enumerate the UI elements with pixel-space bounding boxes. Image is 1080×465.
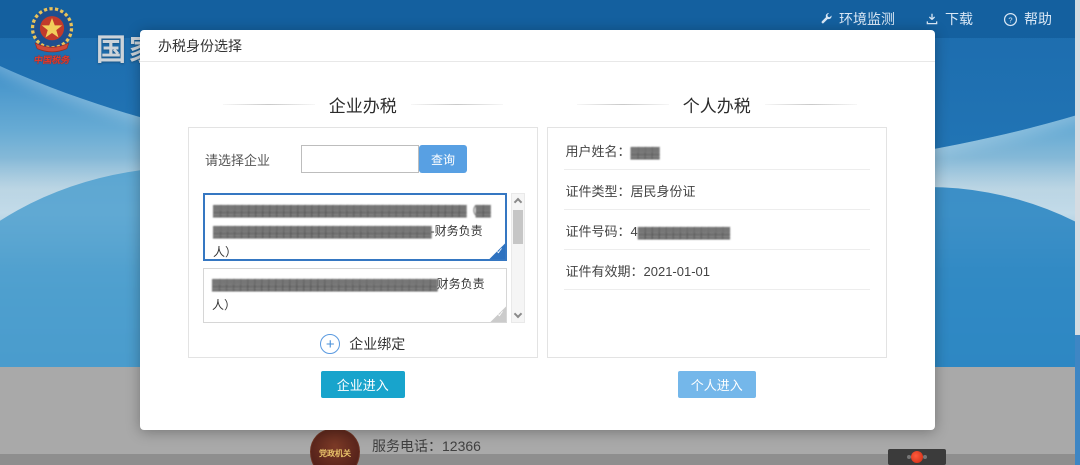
personal-heading-label: 个人办税 [683,92,751,117]
company-option-selected[interactable]: ▓▓▓▓▓▓▓▓▓▓▓▓▓▓▓▓▓▓▓▓▓▓▓▓▓▓▓▓▓▓▓▓▓▓▓▓（▓▓▓… [203,193,507,261]
page-scrollbar[interactable] [1075,0,1080,465]
id-number-masked: ▓▓▓▓▓▓▓▓▓▓▓▓▓ [638,227,729,239]
tax-emblem-logo: 中国税务 [24,5,80,67]
id-number-row: 证件号码：4▓▓▓▓▓▓▓▓▓▓▓▓▓ [564,210,871,250]
select-company-label: 请选择企业 [205,150,301,169]
personal-enter-button[interactable]: 个人进入 [678,371,756,398]
user-name-masked: ▓▓▓▓ [631,147,659,159]
id-number-label: 证件号码： [566,224,631,239]
company-option[interactable]: ▓▓▓▓▓▓▓▓▓▓▓▓▓▓▓▓▓▓▓▓▓▓▓▓▓▓▓▓▓▓▓▓财务负责人） ✓ [203,268,507,323]
enterprise-panel: 请选择企业 查询 ▓▓▓▓▓▓▓▓▓▓▓▓▓▓▓▓▓▓▓▓▓▓▓▓▓▓▓▓▓▓▓… [188,127,538,358]
scroll-down-icon[interactable] [513,310,521,318]
id-type-label: 证件类型： [566,184,631,199]
id-validity-row: 证件有效期：2021-01-01 [564,250,871,290]
company-list-scrollbar[interactable] [511,193,525,323]
query-button[interactable]: 查询 [419,145,467,173]
heading-line [577,104,669,105]
modal-title: 办税身份选择 [140,30,935,62]
page-scrollbar-thumb[interactable] [1075,335,1080,465]
enterprise-heading-label: 企业办税 [329,92,397,117]
scroll-up-icon[interactable] [513,198,521,206]
selected-check-icon: ✓ [487,241,505,259]
id-type-value: 居民身份证 [631,184,696,199]
bind-company-action[interactable]: + 企业绑定 [189,334,537,354]
id-number-value: 4 [631,224,638,239]
unselected-check-icon: ✓ [488,304,506,322]
user-name-label: 用户姓名： [566,144,631,159]
company-list: ▓▓▓▓▓▓▓▓▓▓▓▓▓▓▓▓▓▓▓▓▓▓▓▓▓▓▓▓▓▓▓▓▓▓▓▓（▓▓▓… [203,193,525,323]
help-link[interactable]: ? 帮助 [1003,9,1052,29]
svg-text:?: ? [1008,15,1012,24]
company-search-input[interactable] [301,145,419,173]
heading-line [765,104,857,105]
enterprise-enter-button[interactable]: 企业进入 [321,371,405,398]
list-scrollbar-thumb[interactable] [513,210,523,244]
env-monitor-link[interactable]: 环境监测 [819,9,895,29]
modal-body: 企业办税 请选择企业 查询 ▓▓▓▓▓▓▓▓▓▓▓▓▓▓▓▓▓▓▓▓▓▓▓▓▓▓… [140,62,935,398]
security-badge-logo [911,451,923,463]
download-label: 下载 [945,9,973,29]
id-validity-value: 2021-01-01 [644,264,711,279]
id-type-row: 证件类型：居民身份证 [564,170,871,210]
plus-circle-icon: + [320,334,340,354]
user-name-row: 用户姓名：▓▓▓▓ [564,130,871,170]
download-link[interactable]: 下载 [925,9,973,29]
personal-panel: 用户姓名：▓▓▓▓ 证件类型：居民身份证 证件号码：4▓▓▓▓▓▓▓▓▓▓▓▓▓… [547,127,888,358]
logo-caption: 中国税务 [23,53,81,66]
enterprise-section-heading: 企业办税 [188,92,538,117]
heading-line [411,104,503,105]
id-validity-label: 证件有效期： [566,264,644,279]
service-phone: 服务电话：12366 [372,436,481,456]
security-badge-icon[interactable] [888,449,946,465]
personal-section-heading: 个人办税 [547,92,888,117]
gov-badge-label: 党政机关 [319,448,351,459]
company-select-row: 请选择企业 查询 [205,145,525,173]
masked-company-name: ▓▓▓▓▓▓▓▓▓▓▓▓▓▓▓▓▓▓▓▓▓▓▓▓▓▓▓▓▓▓▓▓▓▓▓▓ [213,205,466,217]
heading-line [223,104,315,105]
gov-agency-badge[interactable]: 党政机关 [310,429,360,465]
masked-company-name: ▓▓▓▓▓▓▓▓▓▓▓▓▓▓▓▓▓▓▓▓▓▓▓▓▓▓▓▓▓▓▓▓ [212,279,437,291]
help-label: 帮助 [1024,9,1052,29]
bind-company-label: 企业绑定 [349,334,405,354]
help-icon: ? [1003,12,1018,27]
tax-identity-modal: 办税身份选择 企业办税 请选择企业 查询 ▓▓▓▓▓▓▓▓▓▓▓▓▓▓▓▓▓▓▓… [140,30,935,430]
personal-column: 个人办税 用户姓名：▓▓▓▓ 证件类型：居民身份证 证件号码：4▓▓▓▓▓▓▓▓… [547,62,888,398]
download-icon [925,12,939,26]
enterprise-column: 企业办税 请选择企业 查询 ▓▓▓▓▓▓▓▓▓▓▓▓▓▓▓▓▓▓▓▓▓▓▓▓▓▓… [188,62,538,398]
env-monitor-label: 环境监测 [839,9,895,29]
wrench-icon [819,12,833,26]
